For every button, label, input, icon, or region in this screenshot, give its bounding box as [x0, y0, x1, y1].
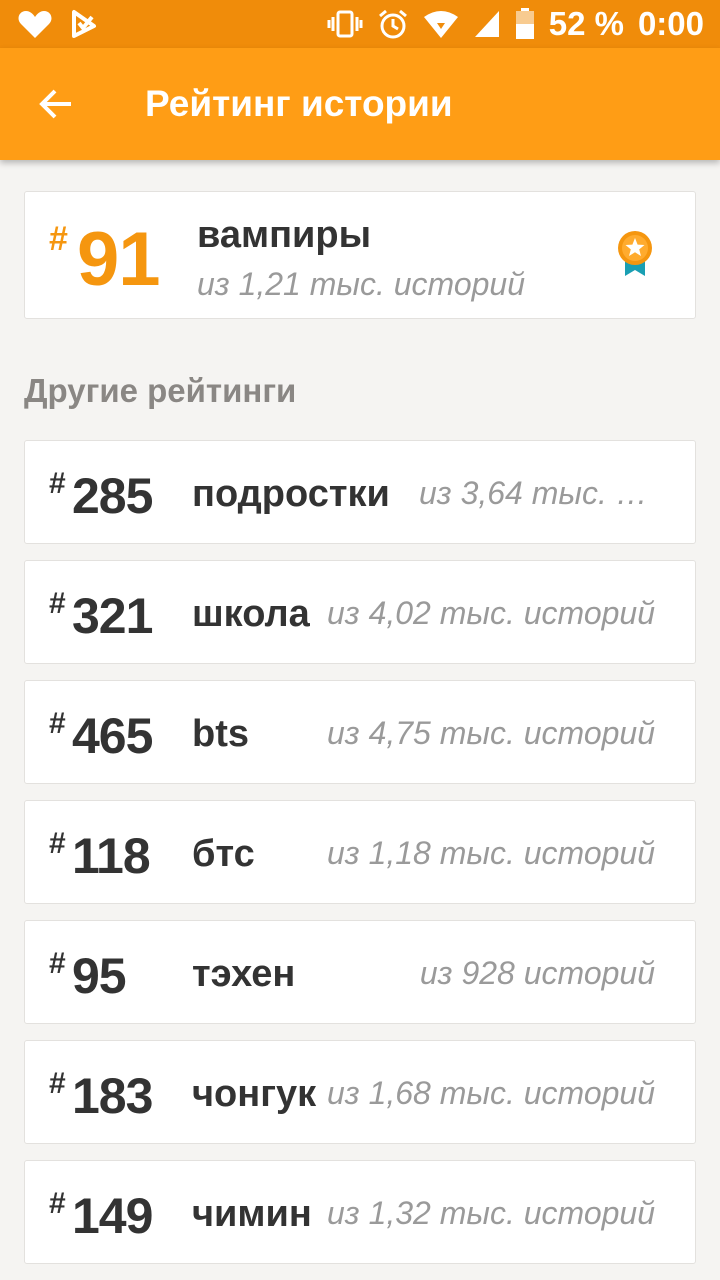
rating-subtitle: из 3,64 тыс. историй: [419, 475, 657, 511]
rating-subtitle: из 928 историй: [419, 955, 655, 991]
other-ratings-list: # 285 подростки из 3,64 тыс. историй # 3…: [24, 440, 696, 1280]
alarm-icon: [378, 9, 407, 39]
rating-row[interactable]: # 321 школа из 4,02 тыс. историй: [24, 560, 696, 664]
rank-number: 149: [72, 1188, 153, 1244]
rank-number: 285: [72, 468, 153, 524]
rating-row[interactable]: # 149 чимин из 1,32 тыс. историй: [24, 1160, 696, 1264]
page-title: Рейтинг истории: [145, 83, 453, 124]
rating-subtitle: из 1,32 тыс. историй: [327, 1195, 655, 1231]
rating-tag: чимин: [192, 1193, 312, 1235]
rating-subtitle: из 1,68 тыс. историй: [327, 1075, 655, 1111]
ratings-content[interactable]: # 91 вампиры из 1,21 тыс. историй Другие…: [0, 160, 720, 1280]
rating-row[interactable]: # 118 бтс из 1,18 тыс. историй: [24, 800, 696, 904]
rank-number: 321: [72, 588, 153, 644]
heart-icon: [18, 11, 52, 38]
rank-number: 183: [72, 1068, 153, 1124]
vibrate-icon: [327, 10, 363, 38]
battery-icon: [515, 8, 534, 39]
signal-icon: [474, 11, 499, 37]
arrow-left-icon: [39, 89, 71, 119]
rating-row[interactable]: # 95 тэхен из 928 историй: [24, 920, 696, 1024]
rank-number: 465: [72, 708, 153, 764]
status-bar: 52 % 0:00: [0, 0, 720, 48]
medal-star-icon: [618, 231, 652, 276]
back-button[interactable]: [0, 48, 112, 160]
rating-row[interactable]: # 285 подростки из 3,64 тыс. историй: [24, 440, 696, 544]
rank-hash: #: [49, 587, 66, 620]
rating-tag: подростки: [192, 473, 390, 515]
rank-hash: #: [49, 1067, 66, 1100]
rating-tag: bts: [192, 713, 249, 755]
main-rank-number: 91: [77, 217, 161, 302]
rank-hash: #: [49, 467, 66, 500]
wifi-icon: [423, 11, 458, 38]
rating-tag: тэхен: [192, 953, 296, 995]
app-bar: Рейтинг истории: [0, 48, 720, 160]
battery-percent: 52 %: [548, 5, 624, 42]
rating-tag: чонгук: [192, 1073, 317, 1115]
rank-hash: #: [49, 947, 66, 980]
rating-tag: бтс: [192, 833, 255, 875]
check-notification-icon: [72, 10, 96, 38]
rating-row[interactable]: # 465 bts из 4,75 тыс. историй: [24, 680, 696, 784]
rank-number: 118: [72, 828, 151, 884]
main-rating-card: # 91 вампиры из 1,21 тыс. историй: [24, 191, 696, 319]
main-rating-tag: вампиры: [197, 214, 372, 256]
rank-number: 95: [72, 948, 127, 1004]
rank-hash: #: [49, 1187, 66, 1220]
rating-row[interactable]: # 183 чонгук из 1,68 тыс. историй: [24, 1040, 696, 1144]
rating-tag: школа: [192, 593, 310, 635]
other-ratings-heading: Другие рейтинги: [24, 372, 297, 409]
main-rank-hash: #: [49, 220, 68, 258]
rating-subtitle: из 1,18 тыс. историй: [327, 835, 655, 871]
clock: 0:00: [637, 5, 704, 42]
main-rating-subtitle: из 1,21 тыс. историй: [197, 266, 525, 302]
rank-hash: #: [49, 827, 66, 860]
rating-subtitle: из 4,75 тыс. историй: [327, 715, 655, 751]
rating-subtitle: из 4,02 тыс. историй: [327, 595, 655, 631]
rank-hash: #: [49, 707, 66, 740]
